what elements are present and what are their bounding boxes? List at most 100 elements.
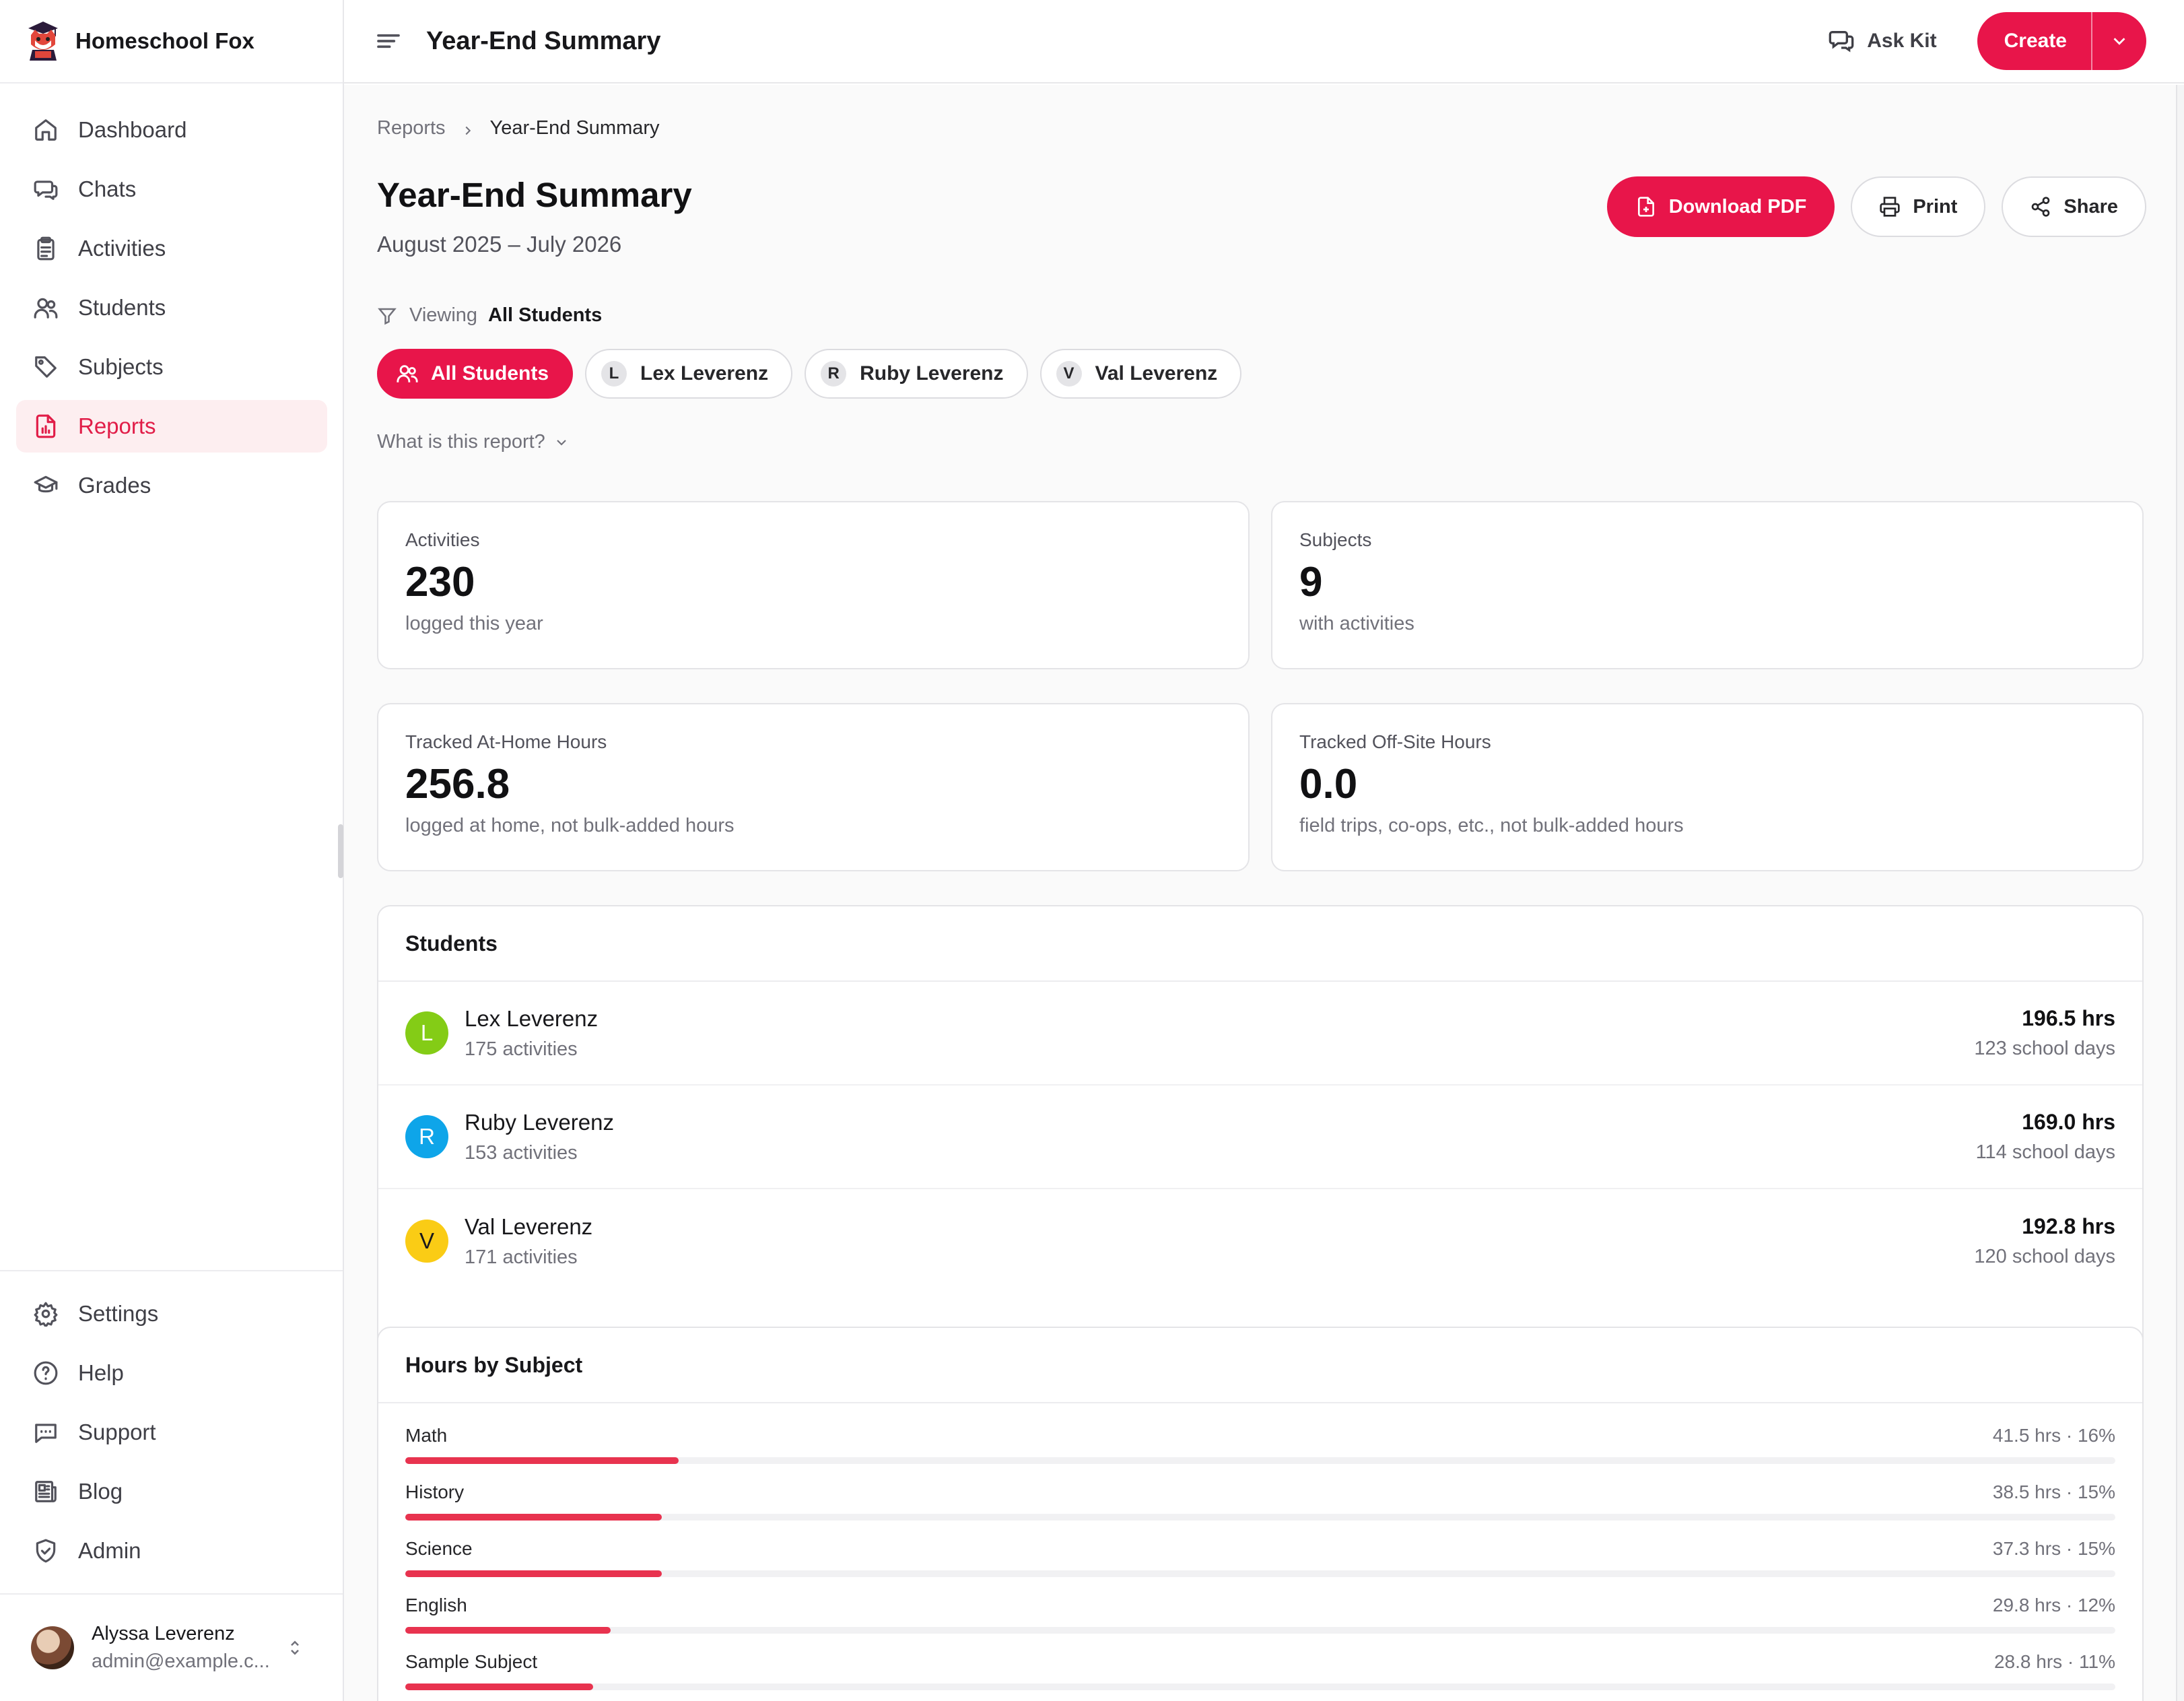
subject-hours-value: 37.3 hrs · 15% <box>1992 1538 2115 1559</box>
create-dropdown-button[interactable] <box>2091 12 2146 70</box>
report-actions: Download PDF Print Share <box>1591 176 2146 237</box>
share-icon <box>2032 197 2050 217</box>
stat-value: 256.8 <box>405 761 510 807</box>
what-is-this-report-toggle[interactable]: What is this report? <box>377 431 570 453</box>
subject-progress-fill <box>405 1683 594 1690</box>
filter-icon <box>378 308 397 325</box>
student-hours: 169.0 hrs <box>2022 1110 2115 1134</box>
sidebar-item-label: Help <box>78 1360 124 1385</box>
fox-logo-icon <box>26 20 61 62</box>
sidebar-item-reports[interactable]: Reports <box>16 400 327 453</box>
what-is-this-report-label: What is this report? <box>377 431 545 453</box>
sidebar: Homeschool Fox Dashboard Chats Activitie… <box>0 0 344 1701</box>
student-activity-count: 171 activities <box>465 1246 578 1268</box>
sidebar-item-subjects[interactable]: Subjects <box>16 341 327 393</box>
main-nav: Dashboard Chats Activities Students Subj… <box>16 104 327 519</box>
avatar <box>31 1626 74 1669</box>
sidebar-item-students[interactable]: Students <box>16 281 327 334</box>
sidebar-item-help[interactable]: Help <box>16 1347 327 1399</box>
stat-card-off-site-hours: Tracked Off-Site Hours 0.0 field trips, … <box>1271 703 2144 871</box>
stat-note: field trips, co-ops, etc., not bulk-adde… <box>1299 815 1684 836</box>
filter-chip-all-students[interactable]: All Students <box>377 349 574 399</box>
filter-chip-label: Ruby Leverenz <box>860 362 1004 385</box>
chevron-down-icon <box>2113 38 2125 45</box>
filter-chip-label: Lex Leverenz <box>640 362 769 385</box>
subject-row: English 29.8 hrs · 12% <box>378 1573 2142 1634</box>
student-name: Ruby Leverenz <box>465 1109 614 1135</box>
sidebar-item-dashboard[interactable]: Dashboard <box>16 104 327 156</box>
viewing-label: Viewing <box>409 304 478 326</box>
report-icon <box>32 413 59 440</box>
student-row-lex[interactable]: L Lex Leverenz 175 activities 196.5 hrs … <box>378 982 2142 1086</box>
chevron-right-icon <box>460 121 475 136</box>
sidebar-item-admin[interactable]: Admin <box>16 1525 327 1577</box>
student-avatar: R <box>405 1115 448 1158</box>
sidebar-item-blog[interactable]: Blog <box>16 1465 327 1518</box>
sidebar-item-chats[interactable]: Chats <box>16 163 327 215</box>
subject-name: Sample Subject <box>405 1651 538 1672</box>
sidebar-item-activities[interactable]: Activities <box>16 222 327 275</box>
student-row-ruby[interactable]: R Ruby Leverenz 153 activities 169.0 hrs… <box>378 1086 2142 1189</box>
subject-hours-value: 41.5 hrs · 16% <box>1992 1425 2115 1446</box>
student-name: Val Leverenz <box>465 1213 593 1239</box>
download-pdf-label: Download PDF <box>1668 195 1807 218</box>
sidebar-item-support[interactable]: Support <box>16 1406 327 1459</box>
topbar: Year-End Summary Ask Kit Create <box>344 0 2184 84</box>
student-school-days: 123 school days <box>1974 1038 2115 1059</box>
menu-icon[interactable] <box>375 28 402 55</box>
page-title: Year-End Summary <box>377 176 692 214</box>
printer-icon <box>1880 197 1900 217</box>
stat-label: Tracked At-Home Hours <box>405 731 607 752</box>
clipboard-icon <box>32 235 59 262</box>
sidebar-item-label: Admin <box>78 1538 141 1563</box>
student-avatar: V <box>405 1220 448 1263</box>
filter-chip-label: All Students <box>431 362 549 385</box>
share-label: Share <box>2063 195 2118 218</box>
subject-hours-value: 38.5 hrs · 15% <box>1992 1481 2115 1502</box>
stat-note: logged this year <box>405 613 543 634</box>
sidebar-item-label: Reports <box>78 413 156 438</box>
filter-chip-lex[interactable]: L Lex Leverenz <box>585 349 793 399</box>
users-icon <box>32 294 59 321</box>
sidebar-item-grades[interactable]: Grades <box>16 459 327 512</box>
shield-icon <box>32 1537 59 1564</box>
help-icon <box>32 1360 59 1387</box>
breadcrumb-reports-link[interactable]: Reports <box>377 117 446 139</box>
sidebar-item-label: Activities <box>78 236 166 261</box>
hours-by-subject-title: Hours by Subject <box>378 1328 2142 1403</box>
student-filter-chips: All Students L Lex Leverenz R Ruby Lever… <box>377 349 1254 399</box>
brand[interactable]: Homeschool Fox <box>0 0 343 84</box>
ask-kit-button[interactable]: Ask Kit <box>1828 28 1937 55</box>
student-initial: V <box>1056 361 1082 387</box>
filter-chip-val[interactable]: V Val Leverenz <box>1039 349 1242 399</box>
sidebar-item-label: Grades <box>78 473 151 498</box>
page-date-range: August 2025 – July 2026 <box>377 232 622 257</box>
print-label: Print <box>1913 195 1958 218</box>
create-button[interactable]: Create <box>1977 12 2091 70</box>
sidebar-item-settings[interactable]: Settings <box>16 1288 327 1340</box>
share-button[interactable]: Share <box>2002 176 2146 237</box>
stat-card-subjects: Subjects 9 with activities <box>1271 501 2144 669</box>
student-initial: L <box>601 361 627 387</box>
filter-chip-ruby[interactable]: R Ruby Leverenz <box>805 349 1028 399</box>
download-pdf-button[interactable]: Download PDF <box>1606 176 1835 237</box>
print-button[interactable]: Print <box>1851 176 1986 237</box>
stat-card-activities: Activities 230 logged this year <box>377 501 1250 669</box>
user-email: admin@example.c... <box>92 1650 270 1672</box>
subject-row: History 38.5 hrs · 15% <box>378 1460 2142 1521</box>
file-pdf-icon <box>1637 197 1654 217</box>
stat-note: logged at home, not bulk-added hours <box>405 815 735 836</box>
brand-name: Homeschool Fox <box>75 28 254 53</box>
breadcrumb: Reports Year-End Summary <box>377 117 660 139</box>
stat-label: Tracked Off-Site Hours <box>1299 731 1491 752</box>
chat-icon <box>32 176 59 203</box>
student-activity-count: 153 activities <box>465 1141 578 1164</box>
sidebar-resize-handle[interactable] <box>338 824 343 878</box>
scrollbar[interactable] <box>2176 85 2184 1701</box>
user-menu[interactable]: Alyssa Leverenz admin@example.c... <box>0 1593 343 1701</box>
user-name: Alyssa Leverenz <box>92 1623 235 1644</box>
student-row-val[interactable]: V Val Leverenz 171 activities 192.8 hrs … <box>378 1189 2142 1293</box>
sidebar-item-label: Support <box>78 1420 156 1444</box>
subject-hours-value: 29.8 hrs · 12% <box>1992 1595 2115 1615</box>
users-icon <box>397 365 418 382</box>
